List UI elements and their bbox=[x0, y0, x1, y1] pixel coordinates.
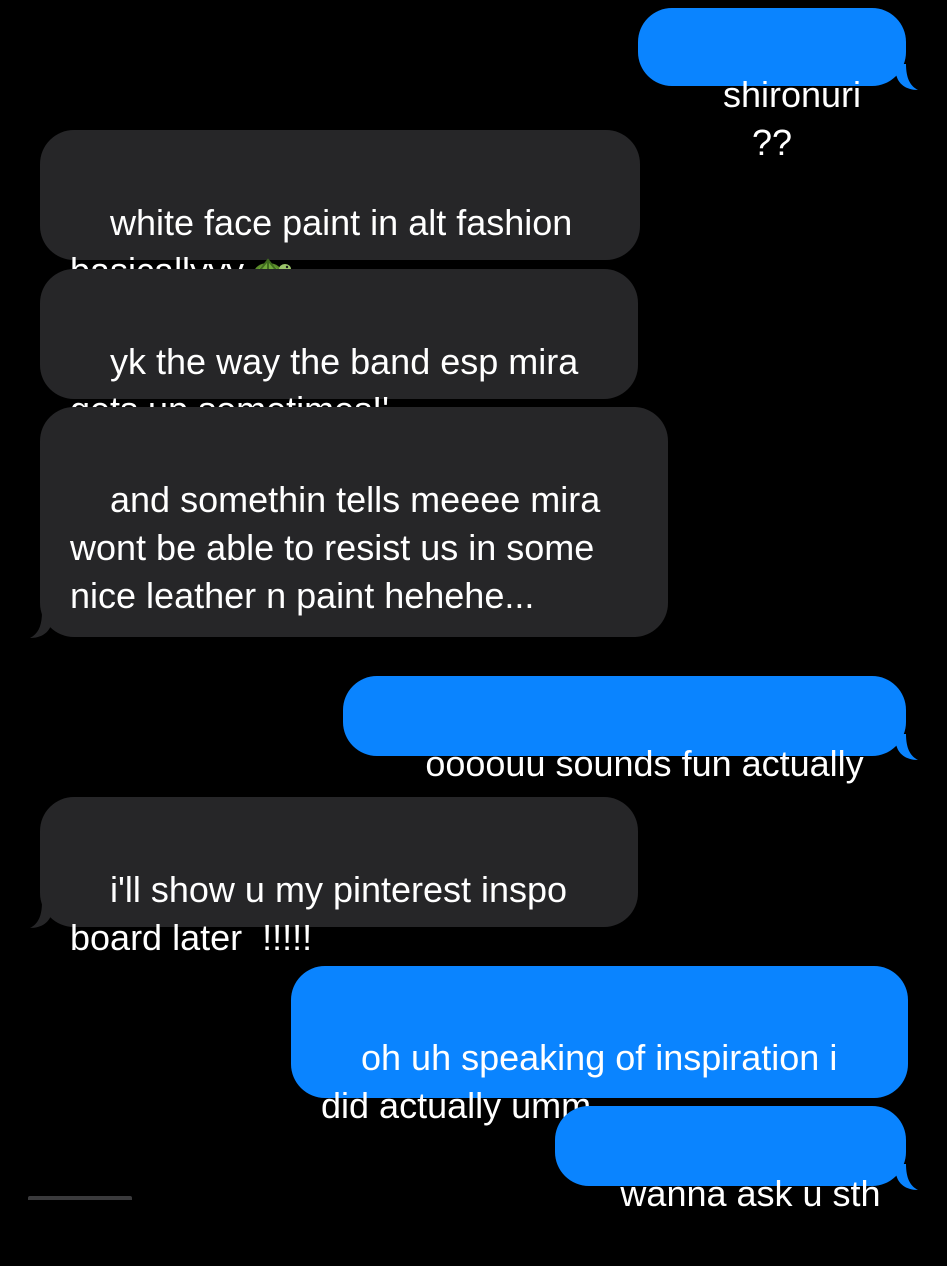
message-thread: shironuri ?? white face paint in alt fas… bbox=[0, 0, 947, 1214]
received-message-bubble[interactable]: i'll show u my pinterest inspo board lat… bbox=[40, 797, 638, 958]
message-text: oooouu sounds fun actually bbox=[425, 743, 864, 784]
sent-bubble-tail bbox=[896, 734, 918, 762]
message-text: shironuri ?? bbox=[722, 74, 872, 163]
received-bubble-tail bbox=[30, 612, 52, 640]
sent-message-bubble[interactable]: oooouu sounds fun actually bbox=[343, 676, 906, 784]
received-bubble-tail bbox=[30, 902, 52, 930]
scroll-edge-bar bbox=[28, 1196, 132, 1200]
sent-bubble-tail bbox=[896, 64, 918, 92]
sent-message-bubble[interactable]: oh uh speaking of inspiration i did actu… bbox=[291, 966, 908, 1126]
received-message-bubble[interactable]: and somethin tells meeee mira wont be ab… bbox=[40, 407, 668, 637]
received-message-bubble[interactable]: yk the way the band esp mira gets up som… bbox=[40, 269, 638, 430]
received-message-bubble[interactable]: white face paint in alt fashion basicall… bbox=[40, 130, 640, 291]
sent-bubble-tail bbox=[896, 1164, 918, 1192]
sent-message-bubble[interactable]: wanna ask u sth bbox=[555, 1106, 906, 1214]
sent-message-bubble[interactable]: shironuri ?? bbox=[638, 8, 906, 163]
message-text: wanna ask u sth bbox=[620, 1173, 881, 1214]
message-text: and somethin tells meeee mira wont be ab… bbox=[70, 479, 611, 616]
message-text: i'll show u my pinterest inspo board lat… bbox=[70, 869, 578, 958]
